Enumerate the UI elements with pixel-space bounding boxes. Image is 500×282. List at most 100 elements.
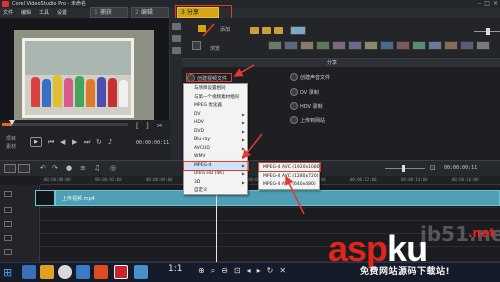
auto-music-icon[interactable]: ♫ (94, 164, 100, 172)
menu-file[interactable]: 文件 (3, 8, 13, 18)
transition-icon[interactable] (172, 47, 181, 54)
menu-item[interactable]: Blu-ray ▶ (184, 136, 247, 144)
undo-icon[interactable]: ↶ (40, 164, 46, 172)
mode-clip-label[interactable]: 素材 (6, 143, 16, 150)
library-thumbnail[interactable] (348, 41, 362, 50)
minimize-icon[interactable]: – (478, 0, 481, 8)
library-thumbnail[interactable] (364, 41, 378, 50)
music-track-icon[interactable] (4, 249, 12, 255)
menu-item[interactable]: 3D ▶ (184, 179, 247, 187)
menu-edit[interactable]: 编辑 (21, 8, 31, 18)
menu-item[interactable]: DVD ▶ (184, 128, 247, 136)
thumbnail-size-slider-knob[interactable] (486, 28, 490, 35)
storyboard-view-icon[interactable] (4, 164, 16, 173)
mode-project-label[interactable]: 项目 (6, 135, 16, 142)
menu-item[interactable]: HDV ▶ (184, 119, 247, 127)
playback-progress-track[interactable] (2, 120, 128, 126)
menu-settings[interactable]: 设置 (57, 8, 67, 18)
timeline-view-icon[interactable] (18, 164, 30, 173)
menu-item[interactable]: MPEG 优化器 (184, 102, 247, 110)
library-thumbnail[interactable] (476, 41, 490, 50)
dv-record-label[interactable]: DV 录制 (300, 89, 319, 96)
zoom-in-icon[interactable]: ⊕ (198, 266, 205, 276)
mark-in-icon[interactable]: [ (136, 122, 139, 130)
zoom-actual-size[interactable]: 1:1 (168, 264, 182, 274)
fit-icon[interactable]: ⊡ (234, 266, 241, 276)
mark-out-icon[interactable]: ] (146, 122, 149, 130)
menu-item[interactable]: 与第一个视频素材相同 (184, 94, 247, 102)
tab-edit[interactable]: 2 编辑 (131, 7, 169, 18)
rotate-icon[interactable]: ↻ (267, 266, 274, 276)
library-thumbnail[interactable] (300, 41, 314, 50)
menu-item-mpeg4-640[interactable]: MPEG-4 AVC (640x480) (259, 181, 319, 189)
volume-icon[interactable]: ♪ (108, 138, 112, 146)
music-track[interactable] (40, 247, 500, 262)
next-frame-icon[interactable]: ▶ (72, 138, 77, 146)
taskbar-app-icon[interactable] (76, 265, 90, 279)
library-thumbnail[interactable] (396, 41, 410, 50)
maximize-icon[interactable]: □ (484, 0, 490, 8)
timeline-zoom-slider[interactable] (385, 168, 425, 169)
end-icon[interactable]: ⏭ (84, 138, 90, 147)
library-thumbnail[interactable] (380, 41, 394, 50)
library-thumbnail[interactable] (412, 41, 426, 50)
add-folder-icon[interactable] (198, 25, 206, 32)
timeline-zoom-knob[interactable] (402, 165, 405, 172)
voice-track-icon[interactable] (4, 235, 12, 241)
menu-item-mpeg4-720[interactable]: MPEG-4 AVC (1280x720) (259, 173, 319, 181)
library-thumbnail[interactable] (290, 26, 306, 35)
library-thumbnail[interactable] (268, 41, 282, 50)
video-clip[interactable]: 上传视频.mp4 (55, 190, 500, 206)
videostudio-taskbar-icon[interactable] (114, 265, 128, 279)
create-audio-label[interactable]: 创建声音文件 (300, 74, 330, 81)
search-icon[interactable]: ⌕ (211, 266, 215, 276)
timecode-display[interactable]: 00:00:00:11 (136, 140, 169, 146)
overlay-track-icon[interactable] (4, 207, 12, 213)
overlay-track[interactable] (40, 208, 500, 221)
clip-thumbnail[interactable] (35, 190, 55, 206)
library-thumbnail[interactable] (316, 41, 330, 50)
library-thumbnail[interactable] (332, 41, 346, 50)
upload-web-label[interactable]: 上传到网站 (300, 117, 325, 124)
hdv-record-label[interactable]: HDV 录制 (300, 103, 323, 110)
taskbar-app-icon[interactable] (94, 265, 108, 279)
fit-project-icon[interactable]: ⊡ (430, 164, 436, 172)
menu-item[interactable]: 自定义 (184, 187, 247, 195)
menu-item[interactable]: 与项目设置相同 (184, 85, 247, 93)
menu-item[interactable]: Ultra HD (4K) ▶ (184, 170, 247, 178)
prev-frame-icon[interactable]: ◀ (60, 138, 65, 146)
video-filter-icon[interactable] (250, 27, 259, 34)
audio-filter-icon[interactable] (274, 27, 283, 34)
menu-item[interactable]: DV ▶ (184, 111, 247, 119)
taskbar-app-icon[interactable] (134, 265, 148, 279)
library-thumbnail[interactable] (444, 41, 458, 50)
close-icon[interactable]: × (493, 0, 498, 8)
video-track-icon[interactable] (4, 191, 12, 197)
motion-tracking-icon[interactable]: ◎ (110, 164, 116, 172)
taskbar-app-icon[interactable] (40, 265, 54, 279)
previous-icon[interactable]: ◂ (247, 266, 251, 276)
menu-tools[interactable]: 工具 (39, 8, 49, 18)
library-thumbnail[interactable] (284, 41, 298, 50)
title-track-icon[interactable] (4, 221, 12, 227)
zoom-out-icon[interactable]: ⊖ (221, 266, 228, 276)
media-icon[interactable] (172, 23, 181, 30)
next-icon[interactable]: ▸ (257, 266, 261, 276)
tab-capture[interactable]: 1 捕获 (90, 7, 128, 18)
taskbar-app-icon[interactable] (58, 265, 72, 279)
redo-icon[interactable]: ↷ (52, 164, 58, 172)
library-thumbnail[interactable] (460, 41, 474, 50)
record-icon[interactable]: ● (66, 164, 72, 172)
start-button-icon[interactable]: ⊞ (3, 266, 12, 279)
library-thumbnail[interactable] (428, 41, 442, 50)
repeat-icon[interactable]: ↻ (96, 138, 102, 146)
scrubber-handle[interactable] (9, 120, 16, 125)
taskbar-app-icon[interactable] (22, 265, 36, 279)
home-icon[interactable]: ⏮ (48, 138, 54, 147)
delete-icon[interactable]: ✕ (279, 266, 286, 276)
instant-project-icon[interactable] (172, 35, 181, 42)
photo-filter-icon[interactable] (262, 27, 271, 34)
mixer-icon[interactable]: ≡ (80, 164, 86, 172)
play-button[interactable]: ▶ (30, 137, 42, 147)
browse-icon[interactable] (192, 41, 201, 50)
